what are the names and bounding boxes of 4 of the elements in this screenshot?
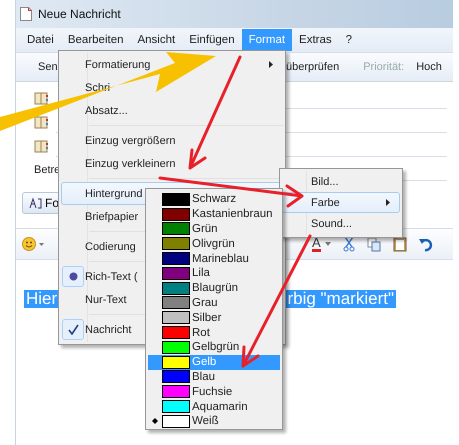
window-title: Neue Nachricht <box>38 7 121 21</box>
priority-label: Priorität: <box>363 61 404 73</box>
body-text: rbig "markiert" <box>287 290 394 308</box>
body-text: Hier <box>26 290 58 308</box>
